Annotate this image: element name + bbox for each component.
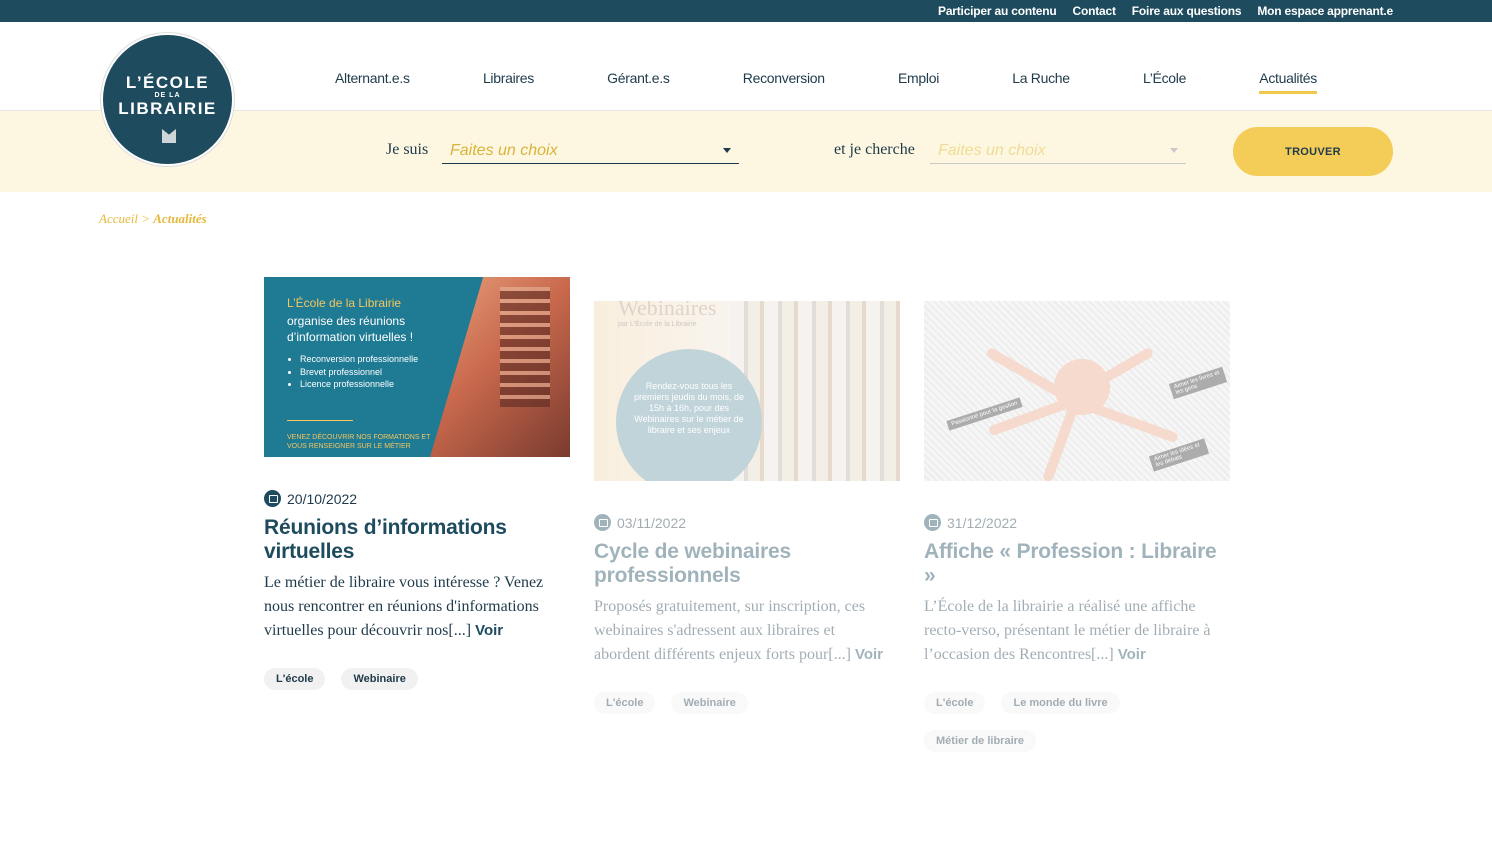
chevron-down-icon	[1170, 148, 1178, 153]
tag-webinaire[interactable]: Webinaire	[341, 668, 418, 690]
article-excerpt-text: L’École de la librairie a réalisé une af…	[924, 598, 1211, 663]
thumb-title: Webinaires	[618, 301, 717, 320]
octopus-illustration	[1054, 359, 1110, 415]
breadcrumb: Accueil > Actualités	[99, 211, 207, 227]
article-date-text: 20/10/2022	[287, 490, 358, 507]
need-select[interactable]: Faites un choix	[930, 138, 1186, 164]
calendar-icon	[924, 514, 941, 531]
thumb-label: Aimer les idées et les débats	[1148, 438, 1210, 472]
calendar-icon	[264, 490, 281, 507]
breadcrumb-home[interactable]: Accueil	[99, 211, 138, 226]
nav-reconversion[interactable]: Reconversion	[743, 70, 825, 94]
article-thumbnail[interactable]: L’École de la Librairie organise des réu…	[264, 277, 570, 457]
link-faq[interactable]: Foire aux questions	[1132, 4, 1242, 18]
search-label-je-cherche: et je cherche	[834, 141, 915, 158]
tag-monde-du-livre[interactable]: Le monde du livre	[1001, 692, 1120, 714]
link-espace-apprenant[interactable]: Mon espace apprenant.e	[1257, 4, 1393, 18]
thumb-cta: VENEZ DÉCOUVRIR NOS FORMATIONS ET VOUS R…	[287, 434, 431, 450]
nav-la-ruche[interactable]: La Ruche	[1012, 70, 1070, 94]
thumb-title: L’École de la Librairie	[287, 296, 402, 310]
article-card: Webinaires par L’École de la Librairie R…	[594, 301, 900, 721]
article-title[interactable]: Cycle de webinaires professionnels	[594, 540, 894, 588]
thumb-circle-text: Rendez-vous tous les premiers jeudis du …	[633, 381, 745, 435]
breadcrumb-current: Actualités	[153, 211, 207, 226]
main-nav: Alternant.e.s Libraires Gérant.e.s Recon…	[335, 70, 1317, 100]
article-tags: L'école Webinaire	[264, 668, 570, 690]
profile-select-value: Faites un choix	[450, 142, 558, 159]
thumb-bullet: Licence professionnelle	[300, 378, 470, 391]
article-date: 20/10/2022	[264, 490, 357, 507]
need-select-value: Faites un choix	[938, 142, 1046, 159]
article-excerpt-text: Proposés gratuitement, sur inscription, …	[594, 598, 866, 663]
link-participer[interactable]: Participer au contenu	[938, 4, 1057, 18]
read-more-link[interactable]: Voir	[475, 622, 503, 639]
search-label-je-suis: Je suis	[386, 141, 429, 158]
article-tags: L'école Le monde du livre Métier de libr…	[924, 692, 1230, 752]
article-excerpt: L’École de la librairie a réalisé une af…	[924, 595, 1224, 667]
article-title[interactable]: Réunions d’informations virtuelles	[264, 516, 564, 564]
nav-gerants[interactable]: Gérant.e.s	[607, 70, 670, 94]
article-excerpt: Le métier de libraire vous intéresse ? V…	[264, 571, 564, 643]
logo-line-3: LIBRAIRIE	[118, 99, 217, 118]
utility-links: Participer au contenu Contact Foire aux …	[938, 0, 1393, 22]
nav-alternants[interactable]: Alternant.e.s	[335, 70, 410, 94]
thumb-bullet: Reconversion professionnelle	[300, 353, 470, 366]
logo-mark-icon	[162, 129, 176, 143]
bookshelf-image	[500, 287, 550, 407]
thumb-subtitle: par L’École de la Librairie	[618, 321, 697, 328]
thumb-divider	[287, 420, 353, 421]
nav-actualites[interactable]: Actualités	[1259, 70, 1317, 94]
nav-libraires[interactable]: Libraires	[483, 70, 534, 94]
article-thumbnail[interactable]: Passionné pour la gestion Aimer les livr…	[924, 301, 1230, 481]
article-tags: L'école Webinaire	[594, 692, 900, 714]
tag-ecole[interactable]: L'école	[594, 692, 656, 714]
breadcrumb-separator: >	[141, 211, 151, 226]
thumb-bullet: Brevet professionnel	[300, 366, 470, 379]
top-utility-bar: Participer au contenu Contact Foire aux …	[0, 0, 1492, 22]
tag-ecole[interactable]: L'école	[924, 692, 986, 714]
thumb-subtitle: organise des réunions d’information virt…	[287, 314, 414, 344]
article-card: L’École de la Librairie organise des réu…	[264, 277, 570, 697]
article-card: Passionné pour la gestion Aimer les livr…	[924, 301, 1230, 761]
link-contact[interactable]: Contact	[1073, 4, 1116, 18]
article-date: 31/12/2022	[924, 514, 1017, 531]
article-date-text: 31/12/2022	[947, 514, 1018, 531]
article-date-text: 03/11/2022	[617, 514, 687, 531]
article-title[interactable]: Affiche « Profession : Libraire »	[924, 540, 1224, 588]
thumb-label: Aimer les livres et les gens	[1168, 366, 1228, 400]
nav-ecole[interactable]: L’École	[1143, 70, 1186, 94]
read-more-link[interactable]: Voir	[855, 646, 883, 663]
chevron-down-icon	[723, 148, 731, 153]
tag-metier-de-libraire[interactable]: Métier de libraire	[924, 730, 1037, 752]
article-date: 03/11/2022	[594, 514, 686, 531]
profile-select[interactable]: Faites un choix	[442, 138, 739, 164]
article-thumbnail[interactable]: Webinaires par L’École de la Librairie R…	[594, 301, 900, 481]
nav-emploi[interactable]: Emploi	[898, 70, 939, 94]
read-more-link[interactable]: Voir	[1118, 646, 1146, 663]
site-logo[interactable]: L’ÉCOLE DE LA LIBRAIRIE	[101, 33, 234, 166]
calendar-icon	[594, 514, 611, 531]
logo-line-2: DE LA	[154, 92, 181, 99]
logo-line-1: L’ÉCOLE	[125, 73, 210, 92]
article-excerpt: Proposés gratuitement, sur inscription, …	[594, 595, 894, 667]
tag-webinaire[interactable]: Webinaire	[671, 692, 748, 714]
find-button[interactable]: TROUVER	[1233, 127, 1393, 176]
thumb-bullets: Reconversion professionnelle Brevet prof…	[300, 353, 470, 391]
tag-ecole[interactable]: L'école	[264, 668, 326, 690]
